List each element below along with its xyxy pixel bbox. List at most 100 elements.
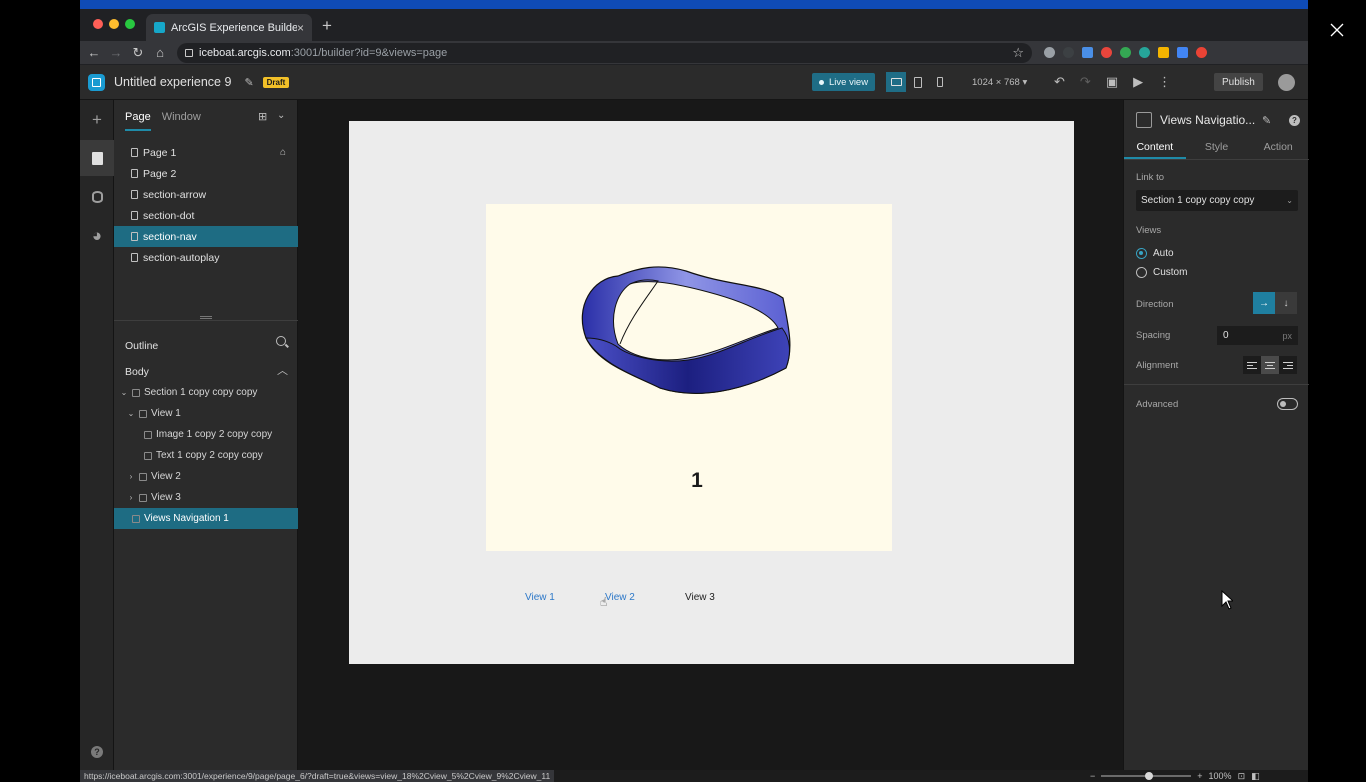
nav-view-3[interactable]: View 3: [685, 592, 765, 603]
tab-content[interactable]: Content: [1124, 138, 1186, 159]
minimize-dot[interactable]: [109, 19, 119, 29]
zoom-slider[interactable]: [1101, 772, 1192, 780]
tab-page[interactable]: Page: [125, 111, 151, 131]
page-item[interactable]: Page 1 ⌂: [114, 142, 298, 163]
outline-item[interactable]: ⌄ Section 1 copy copy copy: [114, 382, 298, 403]
extension-icon[interactable]: [1082, 47, 1093, 58]
url-field[interactable]: iceboat.arcgis.com :3001/builder?id=9&vi…: [177, 42, 1032, 63]
nav-view-2[interactable]: View 2: [605, 592, 685, 603]
align-left-icon[interactable]: [1243, 356, 1261, 374]
chevron-icon[interactable]: ›: [127, 493, 135, 502]
chevron-icon[interactable]: ⌄: [127, 409, 135, 418]
zoom-dot[interactable]: [125, 19, 135, 29]
radio-custom[interactable]: Custom: [1136, 267, 1187, 278]
back-icon[interactable]: ←: [83, 45, 105, 60]
link-to-select[interactable]: Section 1 copy copy copy ⌄: [1136, 190, 1298, 211]
outline-item[interactable]: Text 1 copy 2 copy copy: [114, 445, 298, 466]
direction-horizontal-button[interactable]: →: [1253, 292, 1275, 314]
preview-icon[interactable]: ▶: [1133, 74, 1143, 90]
page-item[interactable]: section-arrow: [114, 184, 298, 205]
extension-icon[interactable]: [1196, 47, 1207, 58]
spacing-value: 0: [1223, 330, 1229, 341]
direction-vertical-button[interactable]: ↓: [1275, 292, 1297, 314]
outline-item[interactable]: › View 2: [114, 466, 298, 487]
chevron-icon[interactable]: ›: [127, 472, 135, 481]
spacing-input[interactable]: 0 px: [1217, 326, 1298, 345]
builder-canvas-area: 1 View 1 View 2 View 3 ☝: [299, 100, 1123, 782]
edit-widget-name-icon[interactable]: ✎: [1262, 114, 1271, 127]
outline-item[interactable]: Image 1 copy 2 copy copy: [114, 424, 298, 445]
extension-icon[interactable]: [1139, 47, 1150, 58]
page-item[interactable]: section-dot: [114, 205, 298, 226]
edit-title-icon[interactable]: ✎: [244, 76, 253, 89]
desktop-device-button[interactable]: [886, 72, 906, 92]
resize-handle[interactable]: [200, 316, 212, 319]
live-view-button[interactable]: Live view: [812, 73, 876, 91]
chevron-icon[interactable]: ⌄: [120, 388, 128, 397]
screen-size-select[interactable]: 1024 × 768 ▾: [972, 77, 1027, 88]
outline-item[interactable]: › View 3: [114, 487, 298, 508]
help-icon[interactable]: ?: [1289, 115, 1300, 126]
align-right-icon[interactable]: [1279, 356, 1297, 374]
outline-item[interactable]: ⌄ View 1: [114, 403, 298, 424]
zoom-out-icon[interactable]: −: [1090, 771, 1095, 781]
extension-icon[interactable]: [1101, 47, 1112, 58]
chevron-down-icon: ⌄: [1286, 196, 1293, 205]
close-window-button[interactable]: [1309, 9, 1366, 51]
extension-icon[interactable]: [1120, 47, 1131, 58]
extension-icon[interactable]: [1063, 47, 1074, 58]
experience-title: Untitled experience 9: [114, 75, 232, 89]
panel-toggle-icon[interactable]: ◧: [1251, 771, 1260, 782]
undo-icon[interactable]: ↶: [1054, 74, 1065, 90]
forward-icon[interactable]: →: [105, 45, 127, 60]
view-number-text[interactable]: 1: [486, 469, 908, 493]
advanced-toggle[interactable]: [1277, 398, 1298, 410]
close-dot[interactable]: [93, 19, 103, 29]
tab-style[interactable]: Style: [1186, 138, 1248, 159]
zoom-in-icon[interactable]: +: [1197, 771, 1202, 781]
new-tab-button[interactable]: +: [322, 16, 332, 36]
nav-view-1[interactable]: View 1: [525, 592, 605, 603]
extension-icon[interactable]: [1158, 47, 1169, 58]
browser-tab[interactable]: ArcGIS Experience Builder ×: [146, 14, 312, 41]
tab-close-icon[interactable]: ×: [297, 21, 304, 35]
tab-action[interactable]: Action: [1247, 138, 1309, 159]
close-icon: [1331, 23, 1344, 37]
zoom-slider-knob[interactable]: [1145, 772, 1154, 780]
desktop-top-strip: [0, 0, 1366, 9]
reload-icon[interactable]: ↻: [127, 45, 149, 61]
chevron-up-icon[interactable]: ︿: [277, 362, 288, 378]
page-panel-button[interactable]: [80, 140, 114, 176]
save-icon[interactable]: ▣: [1106, 74, 1118, 90]
home-icon[interactable]: ⌂: [149, 45, 171, 60]
section-view[interactable]: 1: [486, 204, 892, 551]
help-icon[interactable]: ?: [91, 746, 103, 758]
more-menu-icon[interactable]: ⋮: [1158, 74, 1171, 90]
mobius-strip-image[interactable]: [578, 266, 800, 398]
extension-icon[interactable]: [1044, 47, 1055, 58]
page-item[interactable]: Page 2: [114, 163, 298, 184]
outline-item-selected[interactable]: Views Navigation 1: [114, 508, 298, 529]
phone-device-button[interactable]: [930, 72, 950, 92]
radio-auto[interactable]: Auto: [1136, 248, 1174, 259]
insert-widget-button[interactable]: +: [80, 102, 114, 138]
fit-screen-icon[interactable]: ⊡: [1238, 771, 1246, 782]
outline-body-label[interactable]: Body: [125, 366, 149, 378]
user-avatar[interactable]: [1278, 74, 1295, 91]
tab-window[interactable]: Window: [162, 111, 201, 131]
page-item[interactable]: section-autoplay: [114, 247, 298, 268]
extension-icon[interactable]: [1177, 47, 1188, 58]
add-page-icon[interactable]: ⊞: [258, 110, 267, 123]
bookmark-star-icon[interactable]: ☆: [1012, 45, 1024, 61]
publish-button[interactable]: Publish: [1214, 73, 1263, 91]
redo-icon[interactable]: ↷: [1080, 74, 1091, 90]
data-panel-button[interactable]: [80, 179, 114, 215]
theme-panel-button[interactable]: ◕: [80, 218, 114, 254]
page-icon: [131, 169, 138, 178]
tablet-device-button[interactable]: [908, 72, 928, 92]
align-center-icon[interactable]: [1261, 356, 1279, 374]
page-canvas[interactable]: 1 View 1 View 2 View 3 ☝: [349, 121, 1074, 664]
chevron-down-icon[interactable]: ⌄: [277, 110, 285, 121]
search-icon[interactable]: [276, 336, 286, 346]
page-item-selected[interactable]: section-nav: [114, 226, 298, 247]
